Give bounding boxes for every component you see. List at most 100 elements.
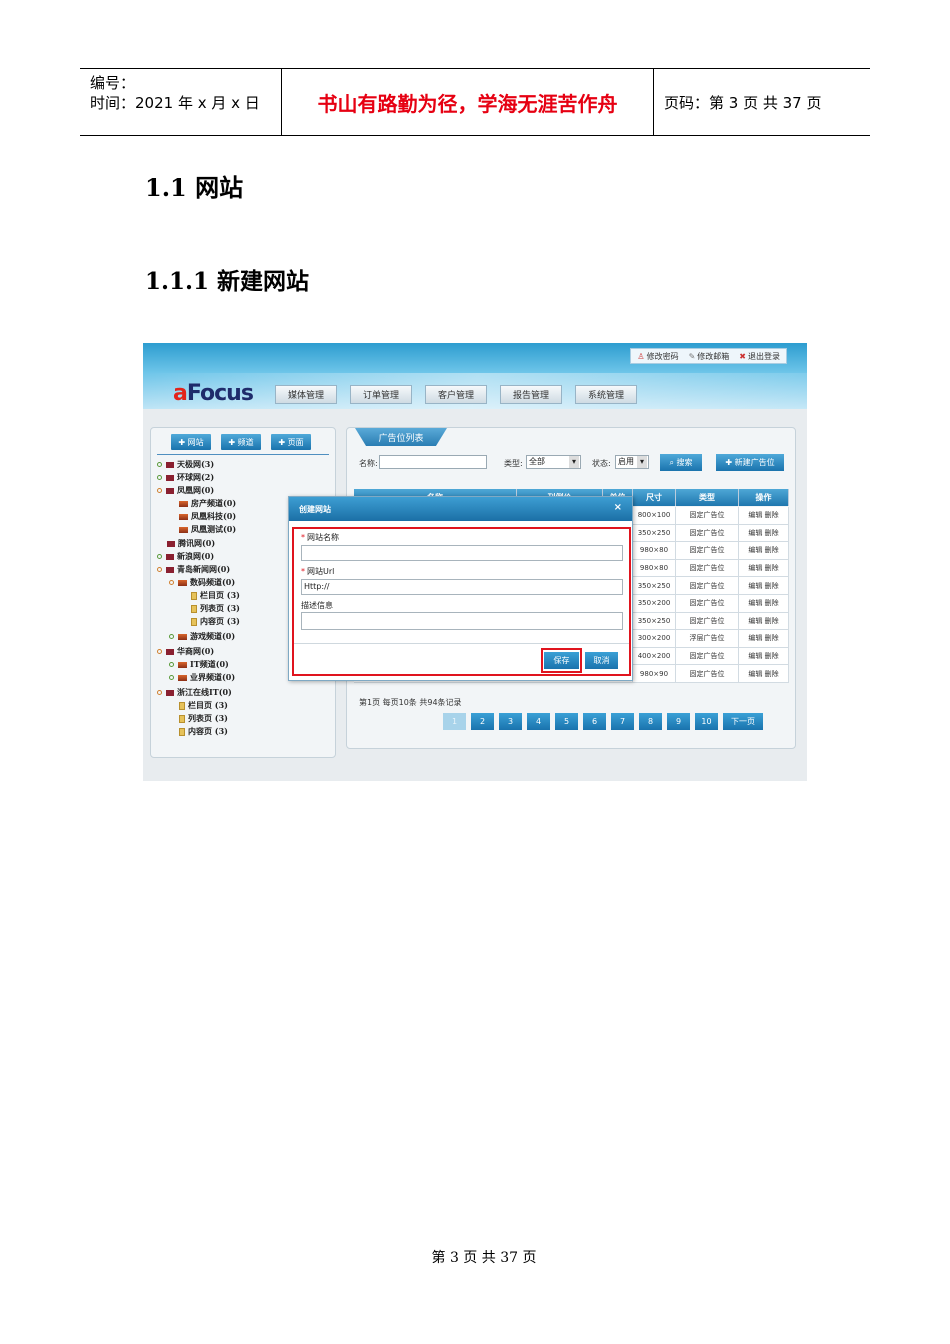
expand-toggle-icon[interactable] (157, 462, 162, 467)
site-url-input[interactable]: Http:// (301, 579, 623, 595)
tree-node[interactable]: 青岛新闻网(0) (157, 563, 230, 576)
nav-tab-reports[interactable]: 报告管理 (500, 385, 562, 404)
search-button[interactable]: ⌕ 搜索 (660, 454, 702, 471)
tree-node[interactable]: 业界频道(0) (169, 671, 235, 684)
tree-node[interactable]: 栏目页 (3) (179, 699, 228, 712)
cell-actions[interactable]: 编辑 删除 (739, 612, 789, 631)
cell-actions[interactable]: 编辑 删除 (739, 577, 789, 595)
nav-tab-media[interactable]: 媒体管理 (275, 385, 337, 404)
page-button[interactable]: 3 (499, 713, 522, 730)
site-icon (166, 474, 174, 481)
site-icon (166, 689, 174, 696)
bottom-strip (143, 769, 807, 781)
number-label: 编号： (90, 74, 136, 92)
cell-type: 固定广告位 (676, 507, 739, 525)
cell-actions[interactable]: 编辑 删除 (739, 665, 789, 683)
page-footer: 第 3 页 共 37 页 (431, 1250, 537, 1266)
page-button[interactable]: 8 (639, 713, 662, 730)
pager: 1 2 3 4 5 6 7 8 9 10 下一页 (443, 713, 763, 730)
tree-node[interactable]: IT频道(0) (169, 658, 229, 671)
next-page-button[interactable]: 下一页 (723, 713, 763, 730)
add-channel-button[interactable]: ✚ 频道 (221, 434, 261, 450)
add-site-button[interactable]: ✚ 网站 (171, 434, 211, 450)
nav-tab-customers[interactable]: 客户管理 (425, 385, 487, 404)
cell-actions[interactable]: 编辑 删除 (739, 524, 789, 543)
cell-size: 980×80 (633, 559, 676, 578)
top-link-change-email[interactable]: ✎ 修改邮箱 (689, 351, 730, 362)
description-textarea[interactable] (301, 612, 623, 630)
nav-tab-system[interactable]: 系统管理 (575, 385, 637, 404)
divider (157, 454, 329, 455)
page-button[interactable]: 4 (527, 713, 550, 730)
top-link-change-password[interactable]: ♙ 修改密码 (637, 351, 678, 362)
nav-tab-orders[interactable]: 订单管理 (350, 385, 412, 404)
tree-node-label: 栏目页 (3) (200, 590, 240, 600)
cell-type: 固定广告位 (676, 524, 739, 543)
cell-actions[interactable]: 编辑 删除 (739, 559, 789, 578)
highlight-box: * 网站名称 * 网站Url Http:// 描述信息 保存 取消 (292, 527, 631, 676)
cell-actions[interactable]: 编辑 删除 (739, 595, 789, 613)
page-button[interactable]: 5 (555, 713, 578, 730)
close-icon[interactable]: × (614, 502, 622, 513)
page-button[interactable]: 1 (443, 713, 466, 730)
expand-toggle-icon[interactable] (157, 649, 162, 654)
expand-toggle-icon[interactable] (157, 475, 162, 480)
expand-toggle-icon[interactable] (169, 675, 174, 680)
tree-node[interactable]: 内容页 (3) (191, 615, 240, 628)
tab-ad-slot-list[interactable]: 广告位列表 (355, 428, 447, 446)
expand-toggle-icon[interactable] (169, 662, 174, 667)
expand-toggle-icon[interactable] (157, 567, 162, 572)
plus-icon: ✚ (278, 437, 288, 447)
cell-type: 固定广告位 (676, 612, 739, 631)
tree-node[interactable]: 凤凰科技(0) (179, 510, 236, 523)
site-name-input[interactable] (301, 545, 623, 561)
cell-actions[interactable]: 编辑 删除 (739, 630, 789, 648)
expand-toggle-icon[interactable] (169, 580, 174, 585)
page-button[interactable]: 7 (611, 713, 634, 730)
tree-node[interactable]: 华商网(0) (157, 645, 214, 658)
tree-node[interactable]: 数码频道(0) (169, 576, 235, 589)
name-filter-input[interactable] (379, 455, 487, 469)
add-page-button[interactable]: ✚ 页面 (271, 434, 311, 450)
page-button[interactable]: 2 (471, 713, 494, 730)
status-filter-select[interactable]: 启用 (615, 455, 649, 469)
expand-toggle-icon[interactable] (157, 554, 162, 559)
expand-toggle-icon[interactable] (157, 690, 162, 695)
page-button[interactable]: 6 (583, 713, 606, 730)
expand-toggle-icon[interactable] (157, 488, 162, 493)
type-filter-select[interactable]: 全部 (526, 455, 581, 469)
tree-node[interactable]: 凤凰网(0) (157, 484, 214, 497)
tree-node[interactable]: 列表页 (3) (191, 602, 240, 615)
tree-node-label: 列表页 (3) (200, 603, 240, 613)
tree-node[interactable]: 腾讯网(0) (167, 537, 215, 550)
tree-node[interactable]: 列表页 (3) (179, 712, 228, 725)
cell-type: 固定广告位 (676, 542, 739, 560)
divider (294, 643, 629, 644)
cell-size: 980×80 (633, 542, 676, 560)
channel-icon (178, 661, 187, 668)
table-header-col-type: 类型 (676, 489, 739, 506)
cell-actions[interactable]: 编辑 删除 (739, 542, 789, 560)
tree-node[interactable]: 房产频道(0) (179, 497, 236, 510)
tree-node[interactable]: 游戏频道(0) (169, 630, 235, 643)
page-icon (179, 701, 185, 710)
site-name-label: * 网站名称 (301, 533, 339, 542)
new-ad-slot-button[interactable]: ✚ 新建广告位 (716, 454, 784, 471)
page-button[interactable]: 9 (667, 713, 690, 730)
tree-node[interactable]: 天极网(3) (157, 458, 214, 471)
tree-node[interactable]: 内容页 (3) (179, 725, 228, 738)
page-button[interactable]: 10 (695, 713, 718, 730)
cancel-button[interactable]: 取消 (585, 652, 618, 669)
top-link-logout[interactable]: ✖ 退出登录 (739, 351, 780, 362)
tree-node[interactable]: 凤凰测试(0) (179, 523, 236, 536)
expand-toggle-icon[interactable] (169, 634, 174, 639)
tree-node-label: 凤凰网(0) (177, 485, 215, 495)
cell-size: 980×90 (633, 665, 676, 683)
tree-node[interactable]: 环球网(2) (157, 471, 214, 484)
cell-actions[interactable]: 编辑 删除 (739, 507, 789, 525)
tree-node[interactable]: 浙江在线IT(0) (157, 686, 232, 699)
save-button[interactable]: 保存 (544, 652, 579, 669)
tree-node[interactable]: 栏目页 (3) (191, 589, 240, 602)
cell-actions[interactable]: 编辑 删除 (739, 647, 789, 666)
tree-node[interactable]: 新浪网(0) (157, 550, 214, 563)
